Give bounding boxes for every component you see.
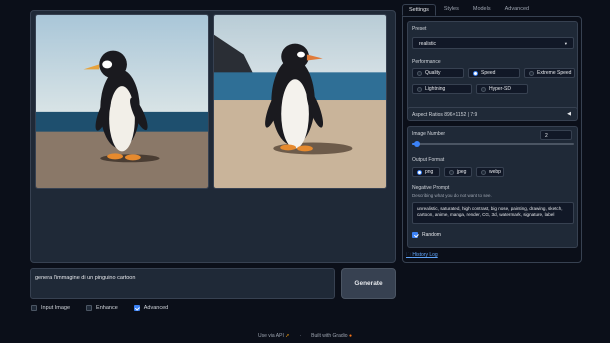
settings-panel: Preset realistic ▾ Performance Quality S… [402,16,582,263]
performance-quality[interactable]: Quality [412,68,464,78]
preset-value: realistic [419,41,436,47]
built-with-gradio-link[interactable]: Built with Gradio ● [311,333,352,339]
negative-prompt-hint: Describing what you do not want to see. [412,193,492,198]
output-format-label: Output Format [412,157,445,163]
radio-dot [481,169,486,175]
performance-hyper-sd[interactable]: Hyper-SD [476,84,528,94]
radio-label: webp [489,169,501,175]
generate-button[interactable]: Generate [341,268,396,299]
checkbox-box-checked [133,305,140,311]
performance-label: Performance [412,59,441,65]
penguin-image-1 [36,15,208,188]
radio-label: Quality [425,70,441,76]
negative-prompt-label: Negative Prompt [412,185,450,191]
image-number-input[interactable]: 2 [540,130,572,140]
tab-advanced[interactable]: Advanced [499,4,535,16]
tab-models[interactable]: Models [467,4,497,16]
enhance-checkbox[interactable]: Enhance [86,305,118,311]
chevron-down-icon: ▾ [564,41,567,46]
preset-performance-block: Preset realistic ▾ Performance Quality S… [407,21,578,113]
radio-dot [529,70,534,76]
random-checkbox[interactable]: Random [412,232,441,238]
use-api-link[interactable]: Use via API ➚ [258,333,289,339]
radio-dot [449,169,454,175]
performance-extreme-speed[interactable]: Extreme Speed [524,68,575,78]
radio-dot [481,86,486,92]
radio-label: Hyper-SD [489,86,511,92]
rocket-icon: ➚ [285,333,290,339]
tab-settings[interactable]: Settings [402,4,436,16]
radio-dot [417,70,422,76]
negative-prompt-input[interactable]: unrealistic, saturated, high contrast, b… [412,202,574,224]
image-number-slider[interactable] [412,141,574,147]
folder-icon: 🗀 [406,252,412,258]
checkbox-box [86,305,93,311]
prompt-input[interactable]: genera l'immagine di un pinguino cartoon [30,268,335,299]
checkbox-label: Input Image [41,305,71,311]
checkbox-label: Enhance [96,305,118,311]
generation-options-block: Image Number 2 Output Format png jpeg we… [407,126,578,248]
preset-dropdown[interactable]: realistic ▾ [412,37,574,49]
radio-dot [417,86,422,92]
settings-tabs: Settings Styles Models Advanced [402,4,535,16]
radio-label: Speed [481,70,496,76]
format-png[interactable]: png [412,167,440,177]
image-number-label: Image Number [412,131,446,137]
slider-thumb[interactable] [413,141,420,147]
aspect-ratios-label: Aspect Ratios 896×1152 | 7:9 [412,112,478,118]
radio-label: png [425,169,434,175]
history-log-link[interactable]: 🗀 History Log [406,252,438,260]
input-image-checkbox[interactable]: Input Image [31,305,70,311]
radio-dot-selected [473,70,478,76]
penguin-image-2 [214,15,386,188]
gradio-logo-icon: ● [348,333,352,339]
footer: Use via API ➚ · Built with Gradio ● [258,333,352,339]
checkbox-box-checked [412,232,418,238]
performance-speed[interactable]: Speed [468,68,520,78]
aspect-ratios-accordion[interactable]: Aspect Ratios 896×1152 | 7:9 ◀ [407,107,578,121]
generated-image-2[interactable] [213,14,387,189]
caret-left-icon: ◀ [567,111,571,117]
performance-lightning[interactable]: Lightning [412,84,472,94]
format-webp[interactable]: webp [476,167,504,177]
format-jpeg[interactable]: jpeg [444,167,472,177]
generated-image-1[interactable] [35,14,209,189]
radio-dot-selected [417,169,422,175]
radio-label: jpeg [457,169,467,175]
checkbox-box [31,305,37,311]
radio-label: Lightning [425,86,446,92]
tab-styles[interactable]: Styles [438,4,465,16]
checkbox-label: Random [422,232,441,238]
history-log-label: History Log [412,252,438,258]
image-gallery [30,10,396,263]
checkbox-label: Advanced [143,305,169,311]
radio-label: Extreme Speed [537,70,572,76]
advanced-checkbox[interactable]: Advanced [133,305,169,311]
preset-label: Preset [412,26,427,32]
